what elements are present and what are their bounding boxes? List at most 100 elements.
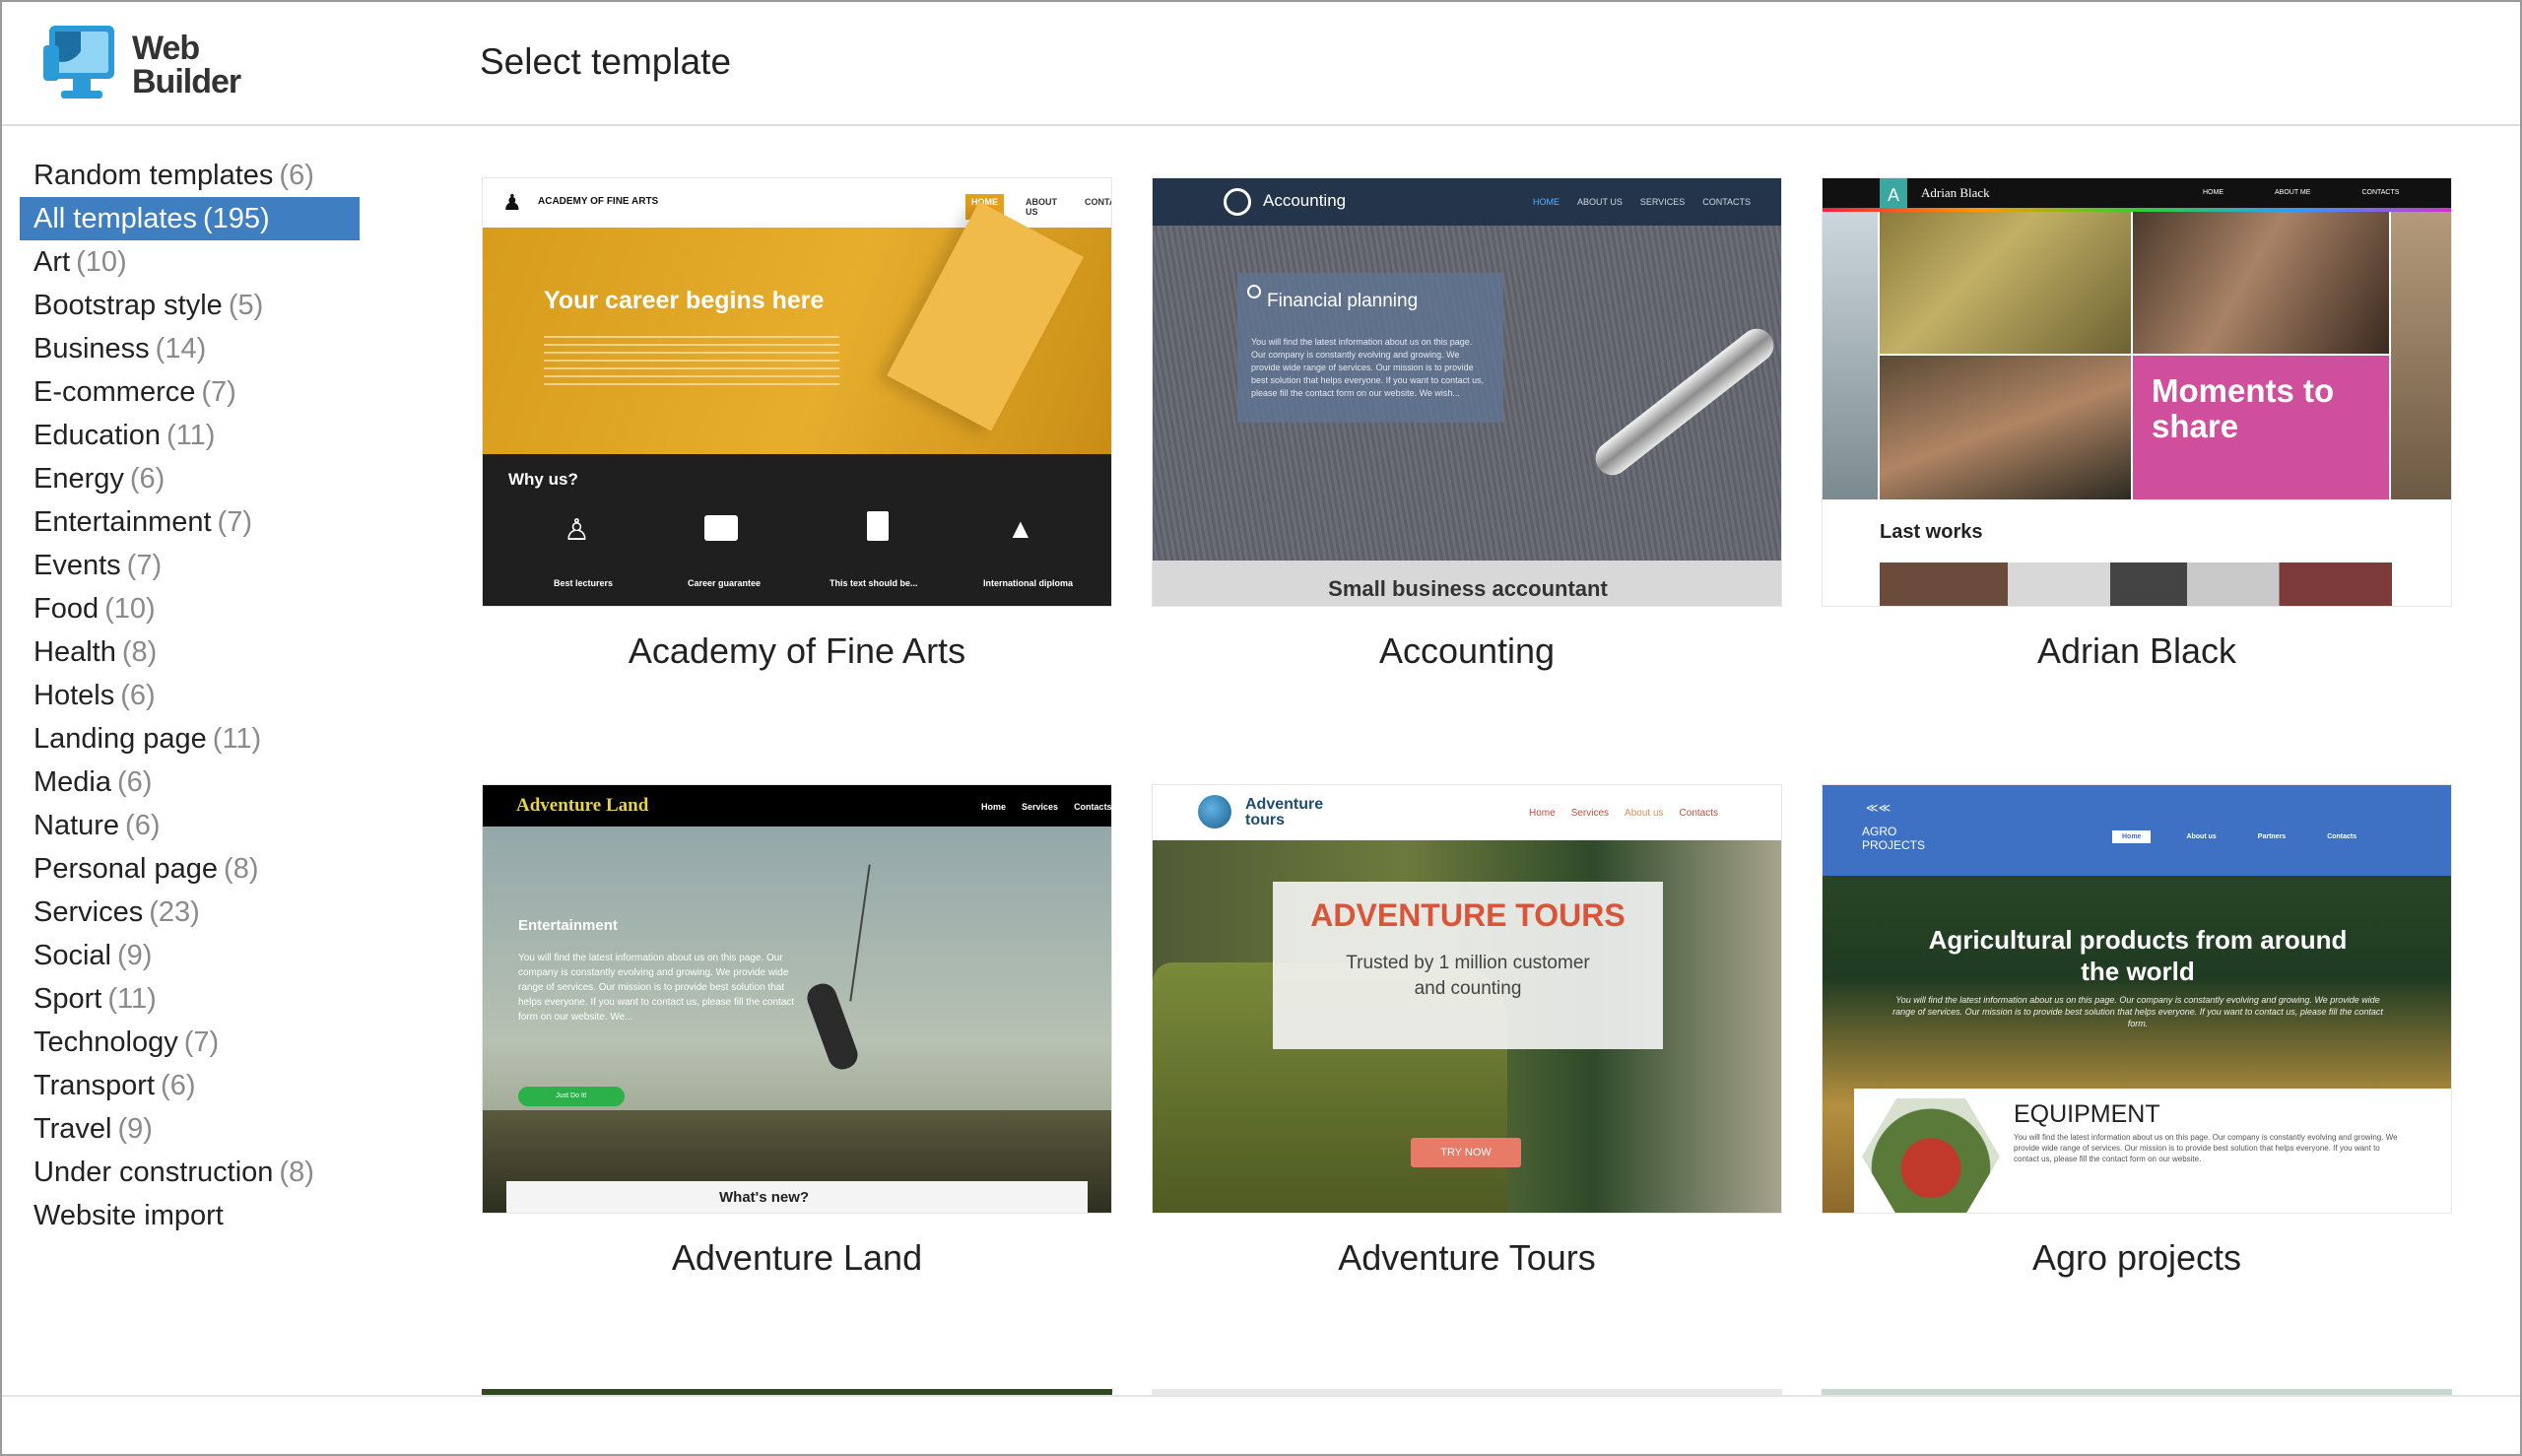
category-item[interactable]: Social (9) bbox=[20, 934, 360, 977]
thumb-brand: Accounting bbox=[1263, 191, 1347, 210]
thumb-brand: AGRO PROJECTS bbox=[1862, 825, 1926, 852]
thumb-card-title: Financial planning bbox=[1267, 291, 1419, 311]
thumb-heading: Entertainment bbox=[518, 917, 618, 934]
category-item[interactable]: Personal page (8) bbox=[20, 847, 360, 891]
thumb-hero-line-1: Agricultural products from around bbox=[1928, 925, 2348, 955]
category-count: (7) bbox=[217, 506, 252, 538]
category-item[interactable]: Events (7) bbox=[20, 544, 360, 587]
document-icon bbox=[867, 511, 889, 541]
thumb-brand: ACADEMY OF FINE ARTS bbox=[538, 196, 659, 207]
template-name[interactable]: Agro projects bbox=[1822, 1237, 2452, 1279]
category-item[interactable]: Sport (11) bbox=[20, 977, 360, 1021]
thumb-subtitle-2: and counting bbox=[1414, 978, 1522, 999]
portrait-image bbox=[2133, 212, 2389, 354]
thumb-card-text: You will find the latest information abo… bbox=[2014, 1133, 2398, 1163]
thumb-subtitle-1: Trusted by 1 million customer bbox=[1346, 953, 1590, 973]
template-thumbnail[interactable]: Adventure tours Home Services About us C… bbox=[1152, 784, 1782, 1214]
thumb-text: You will find the latest information abo… bbox=[518, 953, 795, 1023]
category-item[interactable]: Energy (6) bbox=[20, 457, 360, 500]
category-count: (8) bbox=[279, 1157, 314, 1188]
category-item[interactable]: Health (8) bbox=[20, 630, 360, 674]
category-item[interactable]: Transport (6) bbox=[20, 1064, 360, 1107]
template-thumbnail[interactable]: Adventure Land Home Services Contacts En… bbox=[482, 784, 1112, 1214]
works-strip bbox=[1880, 563, 2392, 606]
category-item[interactable]: Entertainment (7) bbox=[20, 500, 360, 544]
thumb-nav-about: About us bbox=[2186, 833, 2217, 840]
category-item[interactable]: Travel (9) bbox=[20, 1107, 360, 1151]
category-count: (5) bbox=[228, 290, 264, 321]
thumb-nav-home: HOME bbox=[2203, 189, 2223, 196]
category-label: Entertainment bbox=[33, 506, 212, 538]
category-count: (10) bbox=[76, 246, 127, 278]
briefcase-icon bbox=[704, 515, 738, 541]
category-count: (11) bbox=[107, 983, 157, 1015]
category-item[interactable]: E-commerce (7) bbox=[20, 370, 360, 414]
category-count: (6) bbox=[129, 463, 166, 495]
thumb-card-text: You will find the latest information abo… bbox=[1251, 337, 1485, 398]
category-item[interactable]: Under construction (8) bbox=[20, 1151, 360, 1194]
jumper-figure bbox=[803, 979, 862, 1074]
template-thumbnail[interactable]: Accounting HOME ABOUT US SERVICES CONTAC… bbox=[1152, 177, 1782, 607]
page-title: Select template bbox=[480, 41, 732, 82]
category-item[interactable]: Art (10) bbox=[20, 240, 360, 284]
web-builder-logo[interactable]: Web Builder bbox=[41, 18, 241, 112]
wheat-image bbox=[1880, 212, 2131, 354]
thumb-nav-home: Home bbox=[1529, 808, 1556, 819]
feature-3: This text should be... bbox=[830, 578, 918, 588]
thumb-cta: TRY NOW bbox=[1411, 1138, 1521, 1167]
category-item[interactable]: Food (10) bbox=[20, 587, 360, 630]
category-label: E-commerce bbox=[33, 376, 196, 408]
category-label: Media bbox=[33, 766, 111, 798]
thumb-nav-home: HOME bbox=[1533, 197, 1560, 207]
category-item[interactable]: Landing page (11) bbox=[20, 717, 360, 761]
category-count: (7) bbox=[183, 1026, 220, 1058]
category-count: (11) bbox=[212, 723, 262, 755]
category-item[interactable]: Services (23) bbox=[20, 891, 360, 934]
template-name[interactable]: Adventure Tours bbox=[1152, 1237, 1782, 1279]
thumb-nav-contacts: Contacts bbox=[1679, 808, 1718, 819]
category-item[interactable]: Technology (7) bbox=[20, 1021, 360, 1064]
category-count: (14) bbox=[155, 333, 207, 364]
monitor-logo-icon bbox=[43, 26, 114, 99]
thumb-footer: Small business accountant bbox=[1328, 576, 1608, 601]
category-item[interactable]: Bootstrap style (5) bbox=[20, 284, 360, 327]
thumb-cta: Just Do It! bbox=[518, 1087, 625, 1106]
lecturer-icon: ♙ bbox=[564, 514, 590, 547]
category-count: (6) bbox=[125, 810, 161, 841]
template-thumbnail[interactable]: ≪≪ AGRO PROJECTS Home About us Partners … bbox=[1822, 784, 2452, 1214]
category-label: Energy bbox=[33, 463, 124, 495]
category-label: Travel bbox=[33, 1113, 112, 1145]
template-name[interactable]: Adventure Land bbox=[482, 1237, 1112, 1279]
category-item[interactable]: Education (11) bbox=[20, 414, 360, 457]
category-label: Services bbox=[33, 896, 144, 928]
graduation-cap-icon: ▲ bbox=[1007, 513, 1034, 544]
thumb-nav-about: ABOUT US bbox=[1577, 197, 1623, 207]
category-label: Landing page bbox=[33, 723, 207, 755]
feature-2: Career guarantee bbox=[688, 578, 762, 588]
category-count: (6) bbox=[117, 766, 153, 798]
thumb-section-title: Why us? bbox=[508, 470, 578, 489]
template-thumbnail[interactable]: ♟ ACADEMY OF FINE ARTS HOME ABOUT US CON… bbox=[482, 177, 1112, 607]
category-item[interactable]: Hotels (6) bbox=[20, 674, 360, 717]
thumb-card-title: EQUIPMENT bbox=[2014, 1100, 2160, 1128]
template-name[interactable]: Academy of Fine Arts bbox=[482, 630, 1112, 672]
category-count: (195) bbox=[203, 203, 270, 234]
thumb-nav-about: About us bbox=[1625, 808, 1664, 819]
category-item[interactable]: Website import bbox=[20, 1194, 360, 1237]
category-count: (6) bbox=[161, 1070, 196, 1101]
category-item[interactable]: All templates (195) bbox=[20, 197, 360, 240]
template-name[interactable]: Adrian Black bbox=[1822, 630, 2452, 672]
category-item[interactable]: Nature (6) bbox=[20, 804, 360, 847]
thumb-nav-about: ABOUT ME bbox=[2275, 189, 2311, 196]
category-label: Nature bbox=[33, 810, 120, 841]
category-count: (7) bbox=[201, 376, 236, 408]
template-thumbnail[interactable]: A Adrian Black HOME ABOUT ME CONTACTS Mo… bbox=[1822, 177, 2452, 607]
globe-icon bbox=[1198, 795, 1231, 828]
template-name[interactable]: Accounting bbox=[1152, 630, 1782, 672]
logo-text: Web Builder bbox=[132, 30, 241, 100]
category-item[interactable]: Business (14) bbox=[20, 327, 360, 370]
circle-bullet-icon bbox=[1247, 285, 1261, 298]
category-item[interactable]: Media (6) bbox=[20, 761, 360, 804]
circle-logo-icon bbox=[1224, 188, 1251, 216]
category-item[interactable]: Random templates (6) bbox=[20, 154, 360, 197]
